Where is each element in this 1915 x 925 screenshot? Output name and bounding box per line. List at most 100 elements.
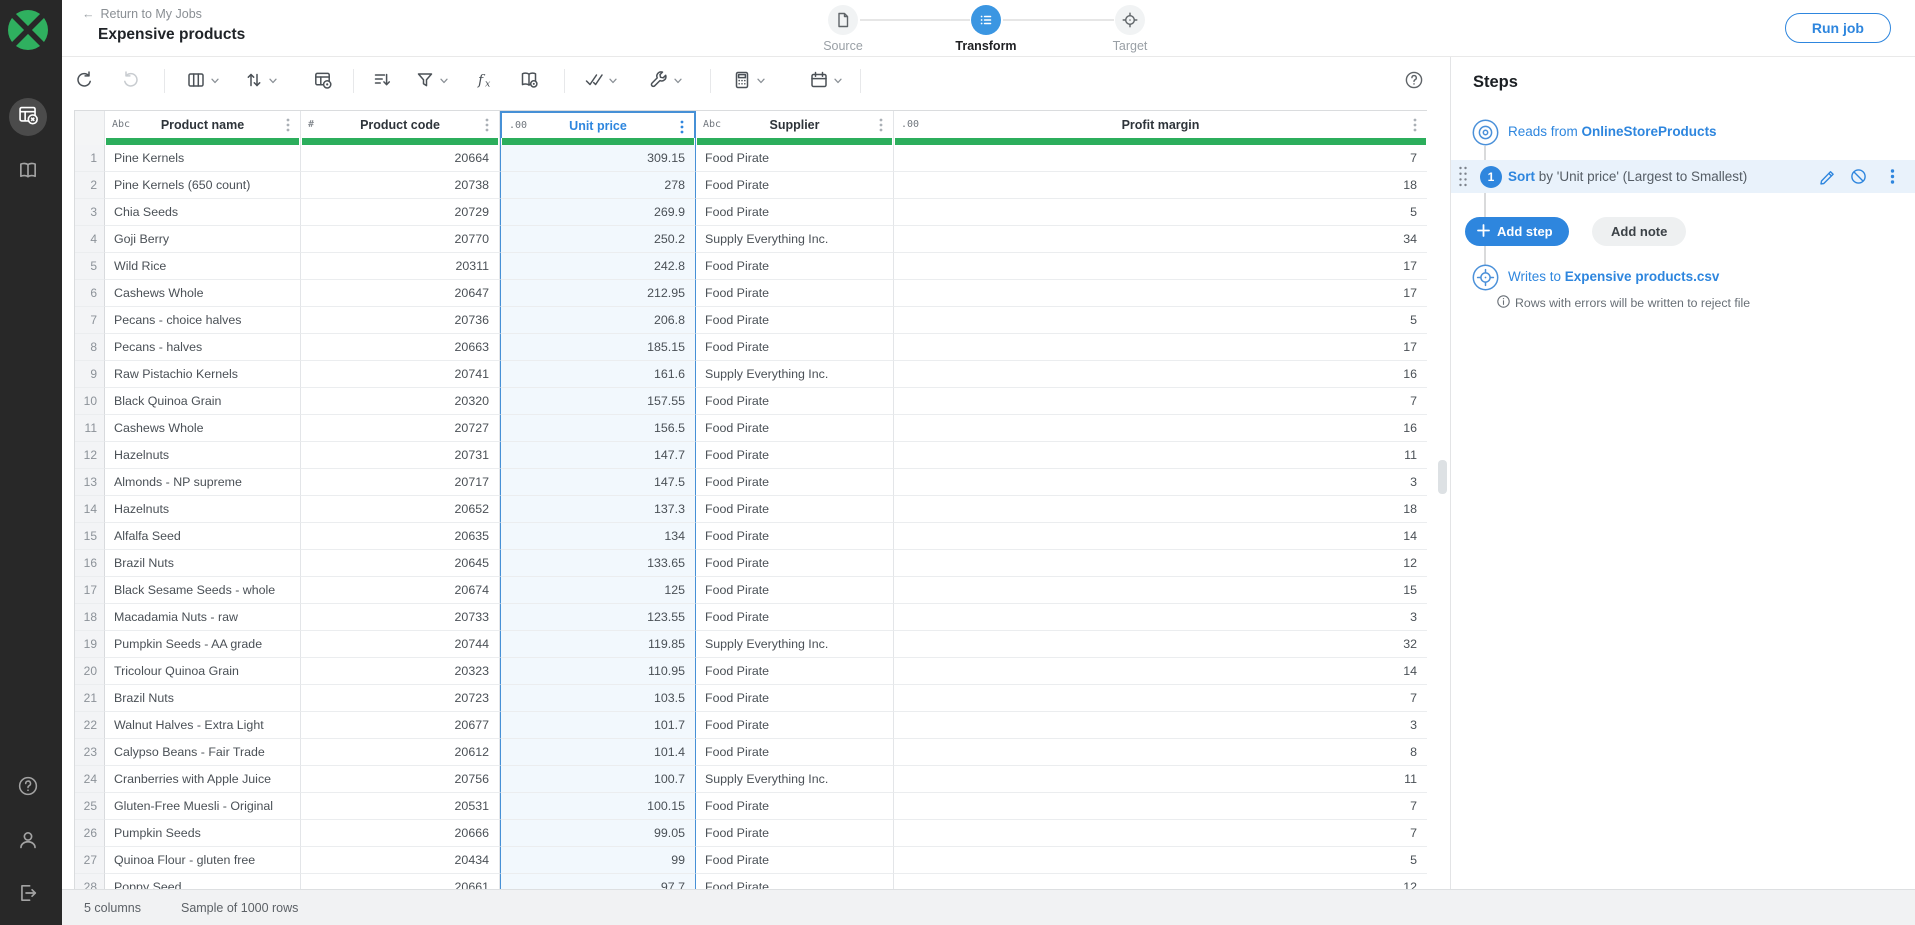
unit-price-cell[interactable]: 97.7 bbox=[500, 874, 696, 889]
profit-margin-cell[interactable]: 3 bbox=[894, 712, 1427, 739]
profit-margin-cell[interactable]: 34 bbox=[894, 226, 1427, 253]
supplier-cell[interactable]: Food Pirate bbox=[696, 577, 894, 604]
product-code-cell[interactable]: 20663 bbox=[301, 334, 500, 361]
row-number-cell[interactable]: 4 bbox=[75, 226, 105, 253]
supplier-cell[interactable]: Food Pirate bbox=[696, 496, 894, 523]
product-code-cell[interactable]: 20311 bbox=[301, 253, 500, 280]
row-number-cell[interactable]: 28 bbox=[75, 874, 105, 889]
unit-price-cell[interactable]: 250.2 bbox=[500, 226, 696, 253]
step-options-kebab-icon[interactable] bbox=[1884, 168, 1901, 185]
product-code-cell[interactable]: 20770 bbox=[301, 226, 500, 253]
product-name-cell[interactable]: Poppy Seed bbox=[105, 874, 301, 889]
product-name-cell[interactable]: Tricolour Quinoa Grain bbox=[105, 658, 301, 685]
sidebar-item-help[interactable] bbox=[17, 775, 39, 797]
profit-margin-cell[interactable]: 11 bbox=[894, 766, 1427, 793]
product-name-cell[interactable]: Hazelnuts bbox=[105, 496, 301, 523]
profit-margin-cell[interactable]: 7 bbox=[894, 145, 1427, 172]
row-number-cell[interactable]: 27 bbox=[75, 847, 105, 874]
product-code-cell[interactable]: 20612 bbox=[301, 739, 500, 766]
stepper-source[interactable]: Source bbox=[803, 5, 883, 53]
product-name-cell[interactable]: Cashews Whole bbox=[105, 415, 301, 442]
product-name-cell[interactable]: Brazil Nuts bbox=[105, 550, 301, 577]
product-code-cell[interactable]: 20434 bbox=[301, 847, 500, 874]
supplier-cell[interactable]: Food Pirate bbox=[696, 820, 894, 847]
toolbar-columns-button[interactable] bbox=[186, 67, 220, 95]
profit-margin-cell[interactable]: 32 bbox=[894, 631, 1427, 658]
row-number-cell[interactable]: 11 bbox=[75, 415, 105, 442]
row-number-cell[interactable]: 21 bbox=[75, 685, 105, 712]
profit-margin-cell[interactable]: 7 bbox=[894, 685, 1427, 712]
supplier-cell[interactable]: Food Pirate bbox=[696, 172, 894, 199]
product-name-cell[interactable]: Raw Pistachio Kernels bbox=[105, 361, 301, 388]
product-code-cell[interactable]: 20666 bbox=[301, 820, 500, 847]
column-header-product-name[interactable]: AbcProduct name bbox=[105, 111, 301, 138]
row-number-cell[interactable]: 20 bbox=[75, 658, 105, 685]
row-number-cell[interactable]: 26 bbox=[75, 820, 105, 847]
supplier-cell[interactable]: Food Pirate bbox=[696, 334, 894, 361]
unit-price-cell[interactable]: 103.5 bbox=[500, 685, 696, 712]
supplier-cell[interactable]: Food Pirate bbox=[696, 685, 894, 712]
product-name-cell[interactable]: Pecans - choice halves bbox=[105, 307, 301, 334]
product-name-cell[interactable]: Black Quinoa Grain bbox=[105, 388, 301, 415]
profit-margin-cell[interactable]: 14 bbox=[894, 523, 1427, 550]
supplier-cell[interactable]: Food Pirate bbox=[696, 793, 894, 820]
row-number-cell[interactable]: 3 bbox=[75, 199, 105, 226]
supplier-cell[interactable]: Food Pirate bbox=[696, 442, 894, 469]
supplier-cell[interactable]: Food Pirate bbox=[696, 469, 894, 496]
row-number-cell[interactable]: 24 bbox=[75, 766, 105, 793]
row-number-cell[interactable]: 22 bbox=[75, 712, 105, 739]
unit-price-cell[interactable]: 278 bbox=[500, 172, 696, 199]
sidebar-item-logout[interactable] bbox=[17, 882, 39, 904]
supplier-cell[interactable]: Food Pirate bbox=[696, 550, 894, 577]
row-number-cell[interactable]: 6 bbox=[75, 280, 105, 307]
drag-handle-icon[interactable] bbox=[1458, 165, 1468, 188]
profit-margin-cell[interactable]: 16 bbox=[894, 361, 1427, 388]
product-name-cell[interactable]: Wild Rice bbox=[105, 253, 301, 280]
row-number-cell[interactable]: 17 bbox=[75, 577, 105, 604]
toolbar-filter-rows-button[interactable] bbox=[372, 67, 392, 95]
unit-price-cell[interactable]: 269.9 bbox=[500, 199, 696, 226]
unit-price-cell[interactable]: 99 bbox=[500, 847, 696, 874]
profit-margin-cell[interactable]: 5 bbox=[894, 307, 1427, 334]
unit-price-cell[interactable]: 309.15 bbox=[500, 145, 696, 172]
unit-price-cell[interactable]: 101.7 bbox=[500, 712, 696, 739]
profit-margin-cell[interactable]: 8 bbox=[894, 739, 1427, 766]
toolbar-validate-checks-button[interactable] bbox=[584, 67, 618, 95]
unit-price-cell[interactable]: 147.5 bbox=[500, 469, 696, 496]
product-name-cell[interactable]: Pumpkin Seeds - AA grade bbox=[105, 631, 301, 658]
profit-margin-cell[interactable]: 3 bbox=[894, 469, 1427, 496]
product-code-cell[interactable]: 20744 bbox=[301, 631, 500, 658]
product-name-cell[interactable]: Chia Seeds bbox=[105, 199, 301, 226]
product-name-cell[interactable]: Cashews Whole bbox=[105, 280, 301, 307]
unit-price-cell[interactable]: 212.95 bbox=[500, 280, 696, 307]
row-number-cell[interactable]: 14 bbox=[75, 496, 105, 523]
unit-price-cell[interactable]: 134 bbox=[500, 523, 696, 550]
product-code-cell[interactable]: 20727 bbox=[301, 415, 500, 442]
unit-price-cell[interactable]: 157.55 bbox=[500, 388, 696, 415]
supplier-cell[interactable]: Food Pirate bbox=[696, 307, 894, 334]
add-step-button[interactable]: Add step bbox=[1465, 217, 1569, 246]
unit-price-cell[interactable]: 119.85 bbox=[500, 631, 696, 658]
row-number-cell[interactable]: 9 bbox=[75, 361, 105, 388]
row-number-cell[interactable]: 18 bbox=[75, 604, 105, 631]
row-number-cell[interactable]: 7 bbox=[75, 307, 105, 334]
product-name-cell[interactable]: Calypso Beans - Fair Trade bbox=[105, 739, 301, 766]
product-code-cell[interactable]: 20723 bbox=[301, 685, 500, 712]
profit-margin-cell[interactable]: 15 bbox=[894, 577, 1427, 604]
unit-price-cell[interactable]: 185.15 bbox=[500, 334, 696, 361]
back-to-my-jobs-link[interactable]: ←Return to My Jobs bbox=[82, 7, 202, 21]
supplier-cell[interactable]: Supply Everything Inc. bbox=[696, 361, 894, 388]
run-job-button[interactable]: Run job bbox=[1785, 13, 1891, 43]
unit-price-cell[interactable]: 123.55 bbox=[500, 604, 696, 631]
row-number-cell[interactable]: 8 bbox=[75, 334, 105, 361]
product-code-cell[interactable]: 20320 bbox=[301, 388, 500, 415]
toolbar-lookup-book-button[interactable] bbox=[519, 67, 539, 95]
edit-step-icon[interactable] bbox=[1819, 168, 1836, 185]
unit-price-cell[interactable]: 101.4 bbox=[500, 739, 696, 766]
stepper-target[interactable]: Target bbox=[1090, 5, 1170, 53]
product-name-cell[interactable]: Macadamia Nuts - raw bbox=[105, 604, 301, 631]
unit-price-cell[interactable]: 242.8 bbox=[500, 253, 696, 280]
unit-price-cell[interactable]: 110.95 bbox=[500, 658, 696, 685]
profit-margin-cell[interactable]: 18 bbox=[894, 172, 1427, 199]
unit-price-cell[interactable]: 147.7 bbox=[500, 442, 696, 469]
